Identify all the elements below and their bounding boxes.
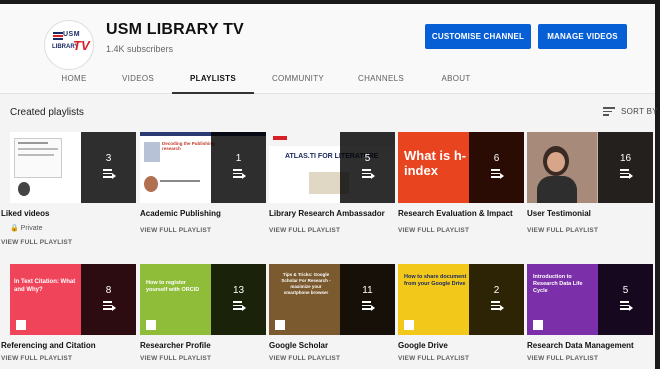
playlist-thumbnail[interactable]: Tips & Tricks: Google Scholar For Resear… bbox=[269, 264, 395, 335]
video-count: 16 bbox=[619, 153, 632, 164]
view-full-playlist-link[interactable]: VIEW FULL PLAYLIST bbox=[1, 355, 72, 362]
view-full-playlist-link[interactable]: VIEW FULL PLAYLIST bbox=[398, 227, 469, 234]
playlist-overlay: 5 bbox=[598, 264, 653, 335]
thumb-caption: Tips & Tricks: Google Scholar For Resear… bbox=[281, 272, 331, 295]
playlist-overlay: 11 bbox=[340, 264, 395, 335]
playlist-overlay: 3 bbox=[81, 132, 136, 203]
playlist-title[interactable]: User Testimonial bbox=[527, 209, 657, 218]
video-count: 5 bbox=[364, 153, 371, 164]
playlist-thumbnail[interactable]: 16 bbox=[527, 132, 653, 203]
channel-header: USM LIBRARY TV USM LIBRARY TV 1.4K subsc… bbox=[0, 4, 655, 94]
playlist-thumbnail[interactable]: How to register yourself with ORCID 13 bbox=[140, 264, 266, 335]
playlist-overlay: 6 bbox=[469, 132, 524, 203]
playlist-overlay: 1 bbox=[211, 132, 266, 203]
logo-text-tv: TV bbox=[73, 38, 90, 53]
playlist-icon bbox=[103, 169, 116, 179]
tab-videos[interactable]: VIDEOS bbox=[115, 66, 161, 94]
playlist-thumbnail[interactable]: In Text Citation: What and Why? 8 bbox=[10, 264, 136, 335]
manage-videos-button[interactable]: MANAGE VIDEOS bbox=[538, 24, 627, 49]
playlist-thumbnail[interactable]: Decoding the Publishing research 1 bbox=[140, 132, 266, 203]
playlist-icon bbox=[362, 301, 375, 311]
playlist-overlay: 2 bbox=[469, 264, 524, 335]
subscriber-count: 1.4K subscribers bbox=[106, 44, 174, 54]
playlist-icon bbox=[233, 301, 246, 311]
playlist-title[interactable]: Google Drive bbox=[398, 341, 528, 350]
private-label: 🔒 Private bbox=[10, 224, 42, 232]
playlist-title[interactable]: Academic Publishing bbox=[140, 209, 270, 218]
logo-text-usm: USM bbox=[63, 31, 81, 38]
video-count: 8 bbox=[105, 285, 112, 296]
tab-community[interactable]: COMMUNITY bbox=[266, 66, 330, 94]
view-full-playlist-link[interactable]: VIEW FULL PLAYLIST bbox=[140, 355, 211, 362]
thumb-caption: Introduction to Research Data Life Cycle bbox=[533, 274, 583, 294]
tab-playlists[interactable]: PLAYLISTS bbox=[172, 66, 254, 94]
playlist-overlay: 13 bbox=[211, 264, 266, 335]
customise-channel-button[interactable]: CUSTOMISE CHANNEL bbox=[425, 24, 531, 49]
private-text: Private bbox=[20, 225, 43, 232]
tab-home[interactable]: HOME bbox=[50, 66, 98, 94]
view-full-playlist-link[interactable]: VIEW FULL PLAYLIST bbox=[1, 239, 72, 246]
channel-avatar[interactable]: USM LIBRARY TV bbox=[44, 20, 94, 70]
lock-icon: 🔒 bbox=[10, 225, 19, 232]
playlist-overlay: 8 bbox=[81, 264, 136, 335]
playlist-icon bbox=[362, 169, 375, 179]
video-count: 3 bbox=[105, 153, 112, 164]
thumb-caption: In Text Citation: What and Why? bbox=[14, 279, 76, 293]
channel-tabs: HOME VIDEOS PLAYLISTS COMMUNITY CHANNELS… bbox=[0, 66, 655, 94]
playlist-title[interactable]: Google Scholar bbox=[269, 341, 399, 350]
playlist-thumbnail[interactable]: 3 bbox=[10, 132, 136, 203]
playlist-title[interactable]: Referencing and Citation bbox=[1, 341, 131, 350]
video-count: 6 bbox=[493, 153, 500, 164]
playlist-title[interactable]: Research Data Management bbox=[527, 341, 657, 350]
tab-channels[interactable]: CHANNELS bbox=[350, 66, 412, 94]
playlist-title[interactable]: Liked videos bbox=[1, 209, 131, 218]
playlist-icon bbox=[103, 301, 116, 311]
playlist-icon bbox=[620, 169, 633, 179]
playlist-icon bbox=[620, 301, 633, 311]
sort-icon[interactable] bbox=[603, 107, 615, 117]
playlist-overlay: 16 bbox=[598, 132, 653, 203]
playlist-icon bbox=[233, 169, 246, 179]
view-full-playlist-link[interactable]: VIEW FULL PLAYLIST bbox=[398, 355, 469, 362]
video-count: 1 bbox=[235, 153, 242, 164]
view-full-playlist-link[interactable]: VIEW FULL PLAYLIST bbox=[527, 355, 598, 362]
thumb-caption: What is h-index bbox=[404, 148, 467, 178]
playlist-icon bbox=[491, 169, 504, 179]
playlist-thumbnail[interactable]: Introduction to Research Data Life Cycle… bbox=[527, 264, 653, 335]
video-count: 5 bbox=[622, 285, 629, 296]
playlist-icon bbox=[491, 301, 504, 311]
video-count: 2 bbox=[493, 285, 500, 296]
view-full-playlist-link[interactable]: VIEW FULL PLAYLIST bbox=[527, 227, 598, 234]
video-count: 13 bbox=[232, 285, 245, 296]
playlist-title[interactable]: Researcher Profile bbox=[140, 341, 270, 350]
video-count: 11 bbox=[362, 285, 373, 296]
window-frame: USM LIBRARY TV USM LIBRARY TV 1.4K subsc… bbox=[0, 0, 660, 369]
view-full-playlist-link[interactable]: VIEW FULL PLAYLIST bbox=[140, 227, 211, 234]
playlist-thumbnail[interactable]: ATLAS.TI FOR LITERATURE 5 bbox=[269, 132, 395, 203]
view-full-playlist-link[interactable]: VIEW FULL PLAYLIST bbox=[269, 227, 340, 234]
channel-name: USM LIBRARY TV bbox=[106, 21, 244, 38]
playlist-title[interactable]: Research Evaluation & Impact bbox=[398, 209, 528, 218]
tab-about[interactable]: ABOUT bbox=[432, 66, 480, 94]
section-title: Created playlists bbox=[10, 107, 84, 118]
thumb-caption: How to share document from your Google D… bbox=[404, 274, 467, 287]
playlist-thumbnail[interactable]: What is h-index 6 bbox=[398, 132, 524, 203]
playlist-title[interactable]: Library Research Ambassador bbox=[269, 209, 399, 218]
frame-right-border bbox=[655, 0, 660, 369]
view-full-playlist-link[interactable]: VIEW FULL PLAYLIST bbox=[269, 355, 340, 362]
thumb-caption: How to register yourself with ORCID bbox=[146, 280, 200, 293]
sort-by-button[interactable]: SORT BY bbox=[621, 107, 658, 116]
logo-stripes-icon bbox=[53, 32, 63, 40]
playlist-thumbnail[interactable]: How to share document from your Google D… bbox=[398, 264, 524, 335]
playlist-overlay: 5 bbox=[340, 132, 395, 203]
